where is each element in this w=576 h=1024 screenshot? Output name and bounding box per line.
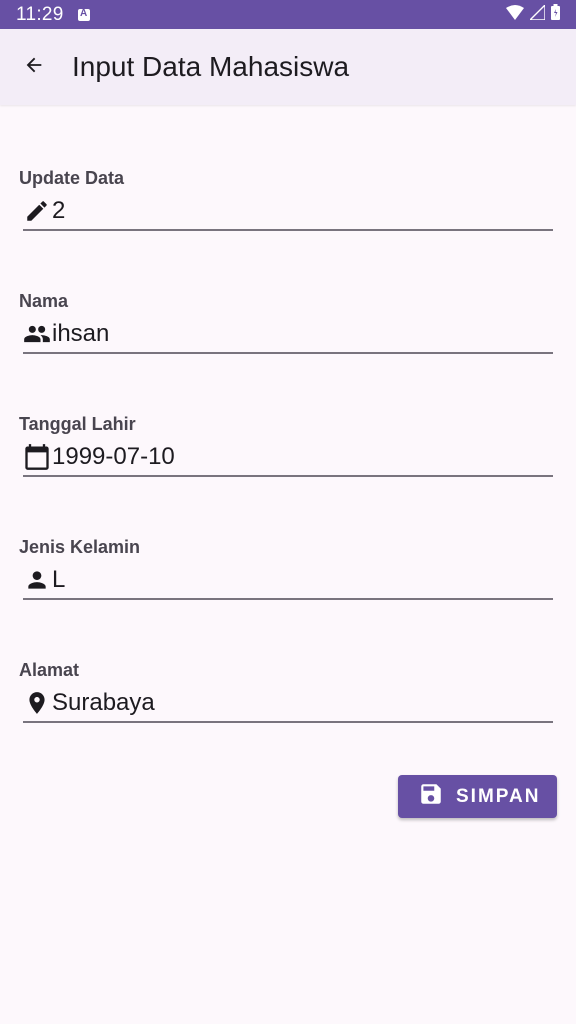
field-update-data: Update Data 2: [19, 167, 553, 231]
jenis-kelamin-value: L: [52, 566, 66, 593]
update-data-input[interactable]: 2: [23, 193, 553, 231]
field-tanggal-lahir: Tanggal Lahir 1999-07-10: [19, 413, 553, 477]
nama-value: ihsan: [52, 320, 110, 347]
wifi-icon: [506, 4, 524, 25]
people-icon: [23, 320, 51, 348]
alamat-input[interactable]: Surabaya: [23, 685, 553, 723]
status-time: 11:29: [16, 3, 64, 25]
status-icons: [506, 2, 560, 25]
field-label-alamat: Alamat: [19, 660, 80, 680]
page-title: Input Data Mahasiswa: [72, 51, 350, 82]
tanggal-lahir-value: 1999-07-10: [52, 443, 175, 470]
back-button[interactable]: [14, 47, 54, 87]
edit-icon: [23, 197, 51, 225]
alamat-value: Surabaya: [52, 689, 155, 716]
location-pin-icon: [23, 689, 51, 717]
field-label-tanggal-lahir: Tanggal Lahir: [19, 414, 136, 434]
signal-icon: [528, 2, 546, 25]
arrow-back-icon: [23, 54, 45, 81]
update-data-value: 2: [52, 197, 66, 224]
person-icon: [23, 566, 51, 594]
field-label-jenis-kelamin: Jenis Kelamin: [19, 537, 141, 557]
save-icon: [418, 781, 444, 812]
save-button[interactable]: SIMPAN: [398, 775, 557, 818]
field-alamat: Alamat Surabaya: [19, 659, 553, 723]
save-button-label: SIMPAN: [456, 785, 541, 807]
jenis-kelamin-input[interactable]: L: [23, 562, 553, 600]
field-nama: Nama ihsan: [19, 290, 553, 354]
status-bar: 11:29: [0, 0, 576, 29]
keyboard-notification-icon: [77, 8, 90, 21]
battery-icon: [551, 4, 560, 25]
tanggal-lahir-input[interactable]: 1999-07-10: [23, 439, 553, 477]
calendar-icon: [23, 443, 51, 471]
field-label-nama: Nama: [19, 291, 69, 311]
app-bar: Input Data Mahasiswa: [0, 29, 576, 105]
field-label-update-data: Update Data: [19, 168, 125, 188]
field-jenis-kelamin: Jenis Kelamin L: [19, 536, 553, 600]
nama-input[interactable]: ihsan: [23, 316, 553, 354]
